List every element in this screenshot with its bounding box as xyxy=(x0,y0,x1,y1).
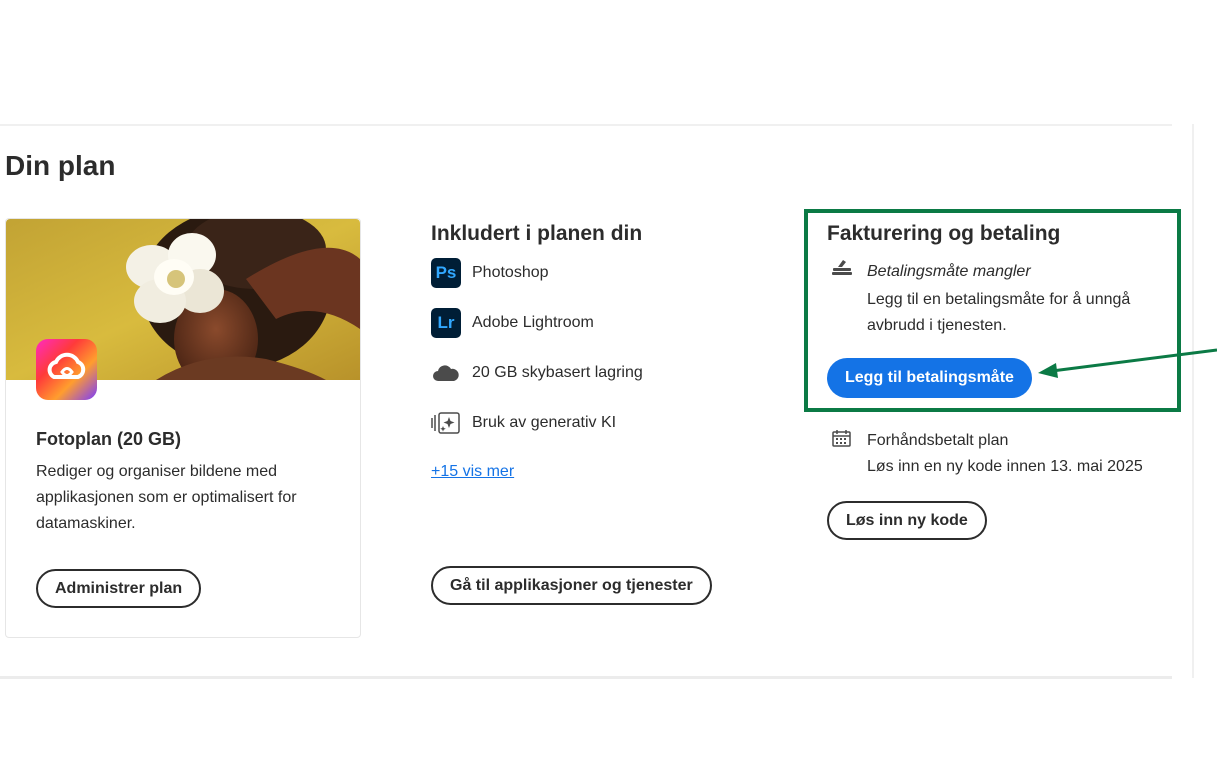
generative-ai-icon xyxy=(431,408,461,438)
included-item-label: Photoshop xyxy=(472,264,549,281)
included-item-storage: 20 GB skybasert lagring xyxy=(431,358,643,388)
payment-warning-icon xyxy=(832,259,852,282)
lightroom-icon: Lr xyxy=(431,308,461,338)
cloud-icon xyxy=(431,358,461,388)
payment-missing-description: Legg til en betalingsmåte for å unngå av… xyxy=(867,291,1131,334)
page: Din plan Fotoplan (20 GB) Rediger og org… xyxy=(0,0,1217,775)
calendar-icon xyxy=(832,429,851,452)
top-divider xyxy=(0,124,1172,126)
plan-description: Rediger og organiser bildene med applika… xyxy=(36,463,297,532)
bottom-divider xyxy=(0,676,1172,679)
prepaid-plan-description: Løs inn en ny kode innen 13. mai 2025 xyxy=(867,458,1143,475)
go-to-apps-button[interactable]: Gå til applikasjoner og tjenester xyxy=(431,566,712,605)
included-item-label: Bruk av generativ KI xyxy=(472,414,617,431)
payment-missing-title: Betalingsmåte mangler xyxy=(867,263,1031,280)
redeem-code-button[interactable]: Løs inn ny kode xyxy=(827,501,987,540)
plan-card: Fotoplan (20 GB) Rediger og organiser bi… xyxy=(5,218,361,638)
right-divider xyxy=(1192,124,1194,678)
add-payment-method-button[interactable]: Legg til betalingsmåte xyxy=(827,358,1032,398)
photoshop-icon: Ps xyxy=(431,258,461,288)
plan-name: Fotoplan (20 GB) xyxy=(36,429,181,449)
included-title: Inkludert i planen din xyxy=(431,222,643,245)
included-item-label: Adobe Lightroom xyxy=(472,314,594,331)
included-item-photoshop: Ps Photoshop xyxy=(431,258,549,288)
included-item-lightroom: Lr Adobe Lightroom xyxy=(431,308,594,338)
page-title: Din plan xyxy=(5,150,116,181)
creative-cloud-icon xyxy=(36,339,97,400)
included-item-label: 20 GB skybasert lagring xyxy=(472,364,643,381)
billing-title: Fakturering og betaling xyxy=(827,222,1061,245)
prepaid-plan-title: Forhåndsbetalt plan xyxy=(867,432,1009,449)
annotation-arrow xyxy=(1036,340,1217,385)
manage-plan-button[interactable]: Administrer plan xyxy=(36,569,202,608)
included-item-generative-ai: Bruk av generativ KI xyxy=(431,408,616,438)
show-more-link[interactable]: +15 vis mer xyxy=(431,463,514,481)
